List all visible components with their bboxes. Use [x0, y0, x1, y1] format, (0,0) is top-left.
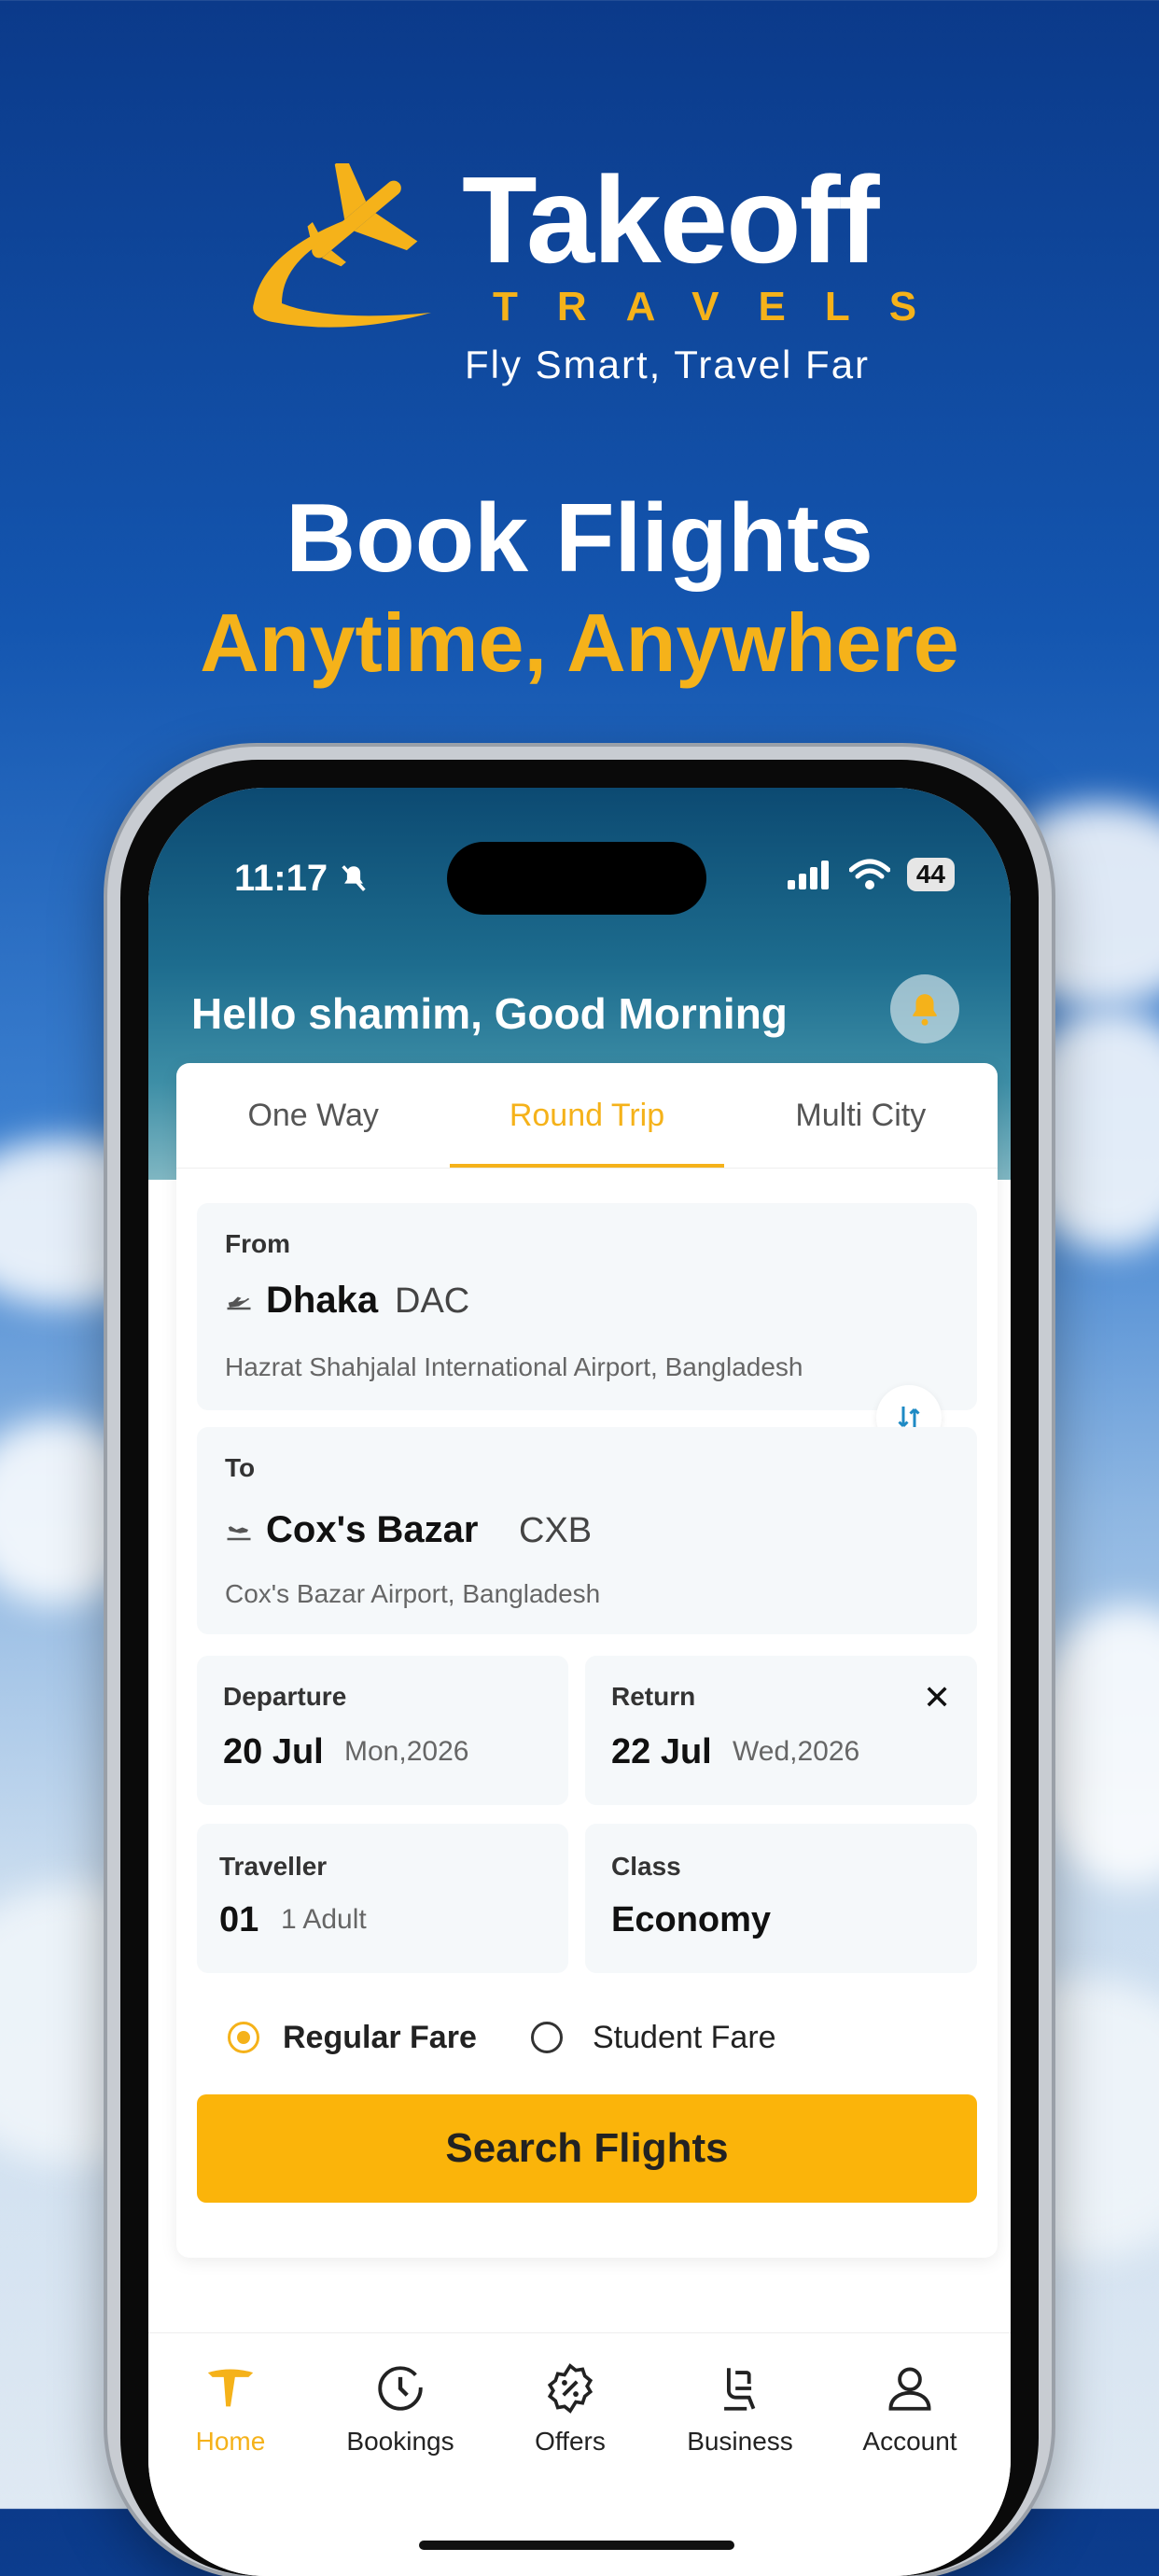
regular-fare-radio[interactable]: [228, 2022, 259, 2053]
nav-bookings[interactable]: Bookings: [335, 2361, 466, 2457]
tab-one-way[interactable]: One Way: [176, 1063, 450, 1168]
brand-tagline: Fly Smart, Travel Far: [465, 343, 871, 386]
trip-type-tabs: One Way Round Trip Multi City: [176, 1063, 998, 1169]
airplane-logo-icon: [253, 163, 431, 328]
to-code: CXB: [519, 1511, 593, 1550]
app-screen: 11:17 44 Hello shamim, Good Morning One …: [148, 788, 1011, 2576]
home-indicator: [419, 2541, 734, 2550]
dynamic-island: [447, 842, 706, 915]
landing-icon: [227, 1526, 251, 1541]
greeting-text: Hello shamim, Good Morning: [191, 989, 788, 1038]
departure-field[interactable]: Departure 20 Jul Mon,2026: [197, 1656, 568, 1805]
departure-day: Mon,2026: [344, 1736, 469, 1767]
brand-subtitle: TRAVELS: [493, 284, 957, 329]
class-field[interactable]: Class Economy: [585, 1824, 977, 1973]
seat-icon: [724, 2368, 756, 2411]
from-city: Dhaka: [266, 1280, 379, 1321]
clock-icon: [378, 2366, 423, 2411]
student-fare-label: Student Fare: [593, 2020, 776, 2055]
nav-home[interactable]: Home: [165, 2361, 296, 2457]
tab-round-trip[interactable]: Round Trip: [450, 1063, 724, 1168]
to-city: Cox's Bazar: [266, 1509, 479, 1550]
nav-bookings-label: Bookings: [346, 2427, 454, 2456]
phone-frame: 11:17 44 Hello shamim, Good Morning One …: [107, 747, 1052, 2576]
bottom-nav: Home Bookings Offers Business Account: [148, 2332, 1011, 2576]
nav-business[interactable]: Business: [675, 2361, 805, 2457]
user-icon: [888, 2367, 931, 2411]
from-code: DAC: [395, 1281, 470, 1321]
class-label: Class: [611, 1852, 681, 1881]
status-time-text: 11:17: [234, 858, 328, 899]
nav-home-label: Home: [195, 2427, 266, 2456]
traveller-label: Traveller: [219, 1852, 328, 1881]
battery-indicator: 44: [906, 858, 955, 891]
takeoff-icon: [227, 1296, 251, 1310]
signal-icon: [787, 861, 829, 889]
student-fare-radio[interactable]: [531, 2022, 563, 2053]
clear-return-icon[interactable]: ✕: [923, 1678, 951, 1717]
traveller-field[interactable]: Traveller 01 1 Adult: [197, 1824, 568, 1973]
search-card: One Way Round Trip Multi City From Dhaka…: [176, 1063, 998, 2258]
return-field[interactable]: Return ✕ 22 Jul Wed,2026: [585, 1656, 977, 1805]
nav-offers-label: Offers: [535, 2427, 606, 2456]
departure-label: Departure: [223, 1682, 347, 1711]
brand-name: Takeoff: [462, 151, 880, 288]
regular-fare-label: Regular Fare: [283, 2020, 477, 2055]
wifi-icon: [848, 859, 890, 889]
class-value: Economy: [611, 1900, 772, 1939]
nav-business-label: Business: [687, 2427, 793, 2456]
status-icons: 44: [786, 858, 955, 891]
home-icon: [207, 2369, 254, 2407]
from-airport: Hazrat Shahjalal International Airport, …: [225, 1352, 803, 1381]
from-label: From: [225, 1229, 290, 1258]
status-time: 11:17: [234, 858, 370, 900]
headline-secondary: Anytime, Anywhere: [200, 596, 959, 689]
return-label: Return: [611, 1682, 696, 1711]
to-label: To: [225, 1453, 256, 1482]
silent-bell-icon: [342, 865, 366, 891]
from-field[interactable]: From Dhaka DAC Hazrat Shahjalal Internat…: [197, 1203, 977, 1410]
nav-account-label: Account: [862, 2427, 957, 2456]
to-airport: Cox's Bazar Airport, Bangladesh: [225, 1579, 601, 1608]
traveller-desc: 1 Adult: [281, 1904, 367, 1935]
nav-offers[interactable]: Offers: [505, 2361, 635, 2457]
offer-badge-icon: [547, 2363, 593, 2414]
tab-multi-city[interactable]: Multi City: [724, 1063, 998, 1168]
traveller-count: 01: [219, 1900, 259, 1939]
return-date: 22 Jul: [611, 1732, 712, 1771]
to-field[interactable]: To Cox's Bazar CXB Cox's Bazar Airport, …: [197, 1427, 977, 1634]
bell-icon: [913, 994, 937, 1026]
headline-primary: Book Flights: [286, 484, 873, 593]
search-flights-button[interactable]: Search Flights: [197, 2094, 977, 2203]
notification-button[interactable]: [890, 974, 959, 1043]
nav-account[interactable]: Account: [845, 2361, 975, 2457]
return-day: Wed,2026: [733, 1736, 860, 1767]
departure-date: 20 Jul: [223, 1732, 324, 1771]
